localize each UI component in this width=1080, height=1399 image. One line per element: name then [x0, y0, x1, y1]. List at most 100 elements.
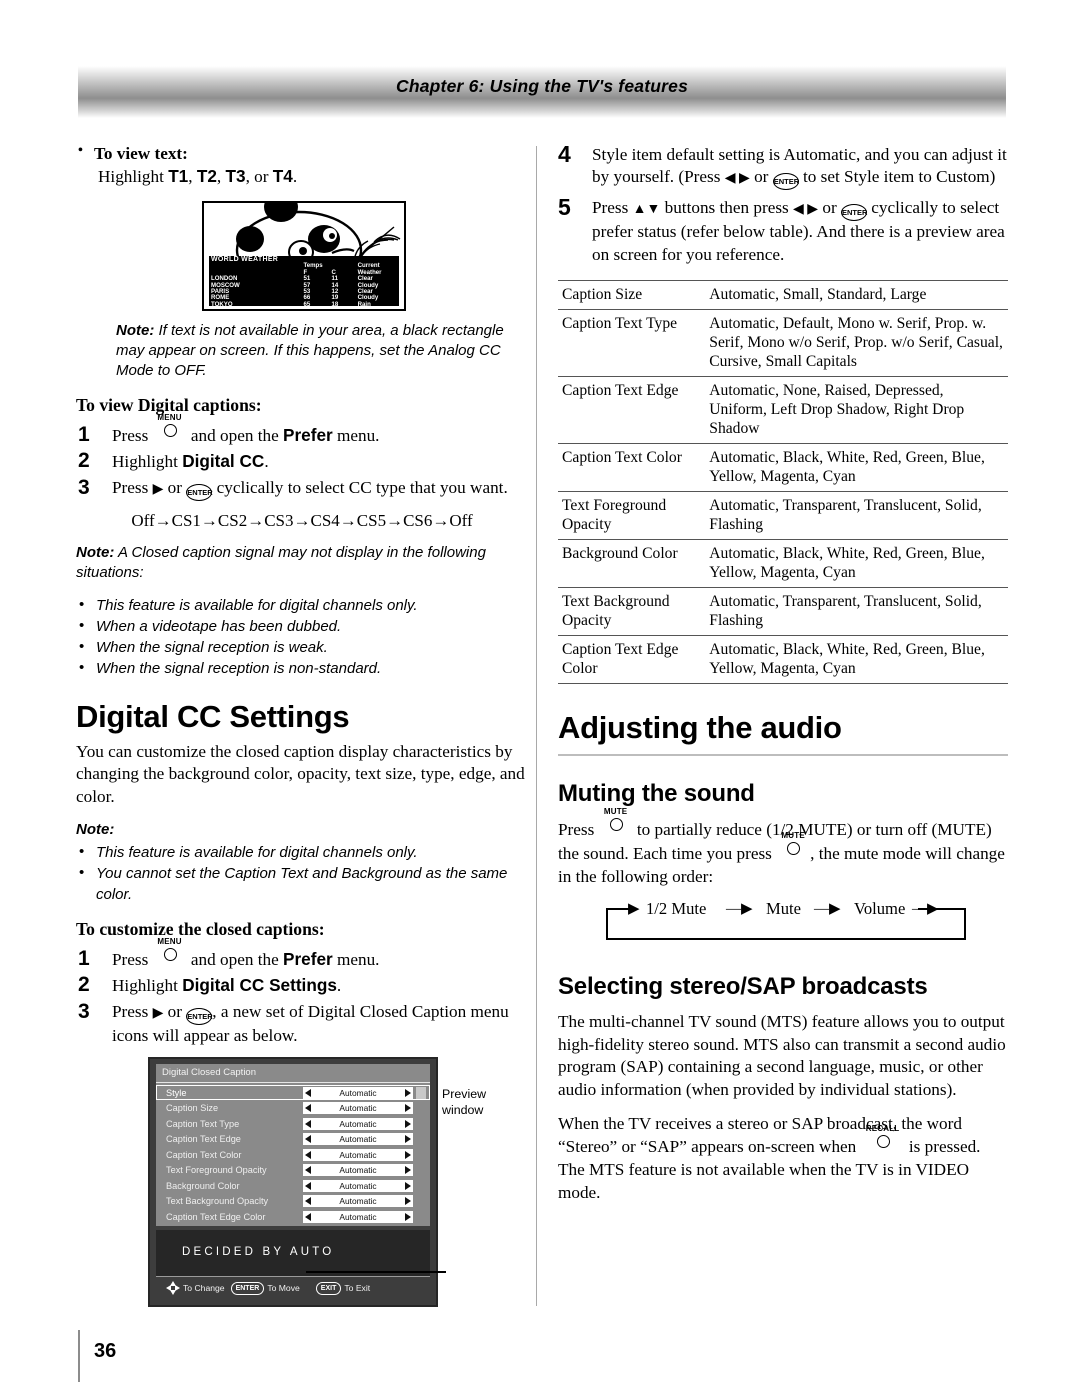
right-arrow-icon[interactable]	[405, 1150, 411, 1159]
osd-value-stepper[interactable]: Automatic	[303, 1133, 413, 1146]
osd-row-caption-text-edge[interactable]: Caption Text Edge Automatic	[156, 1131, 430, 1147]
osd-row-background-color[interactable]: Background Color Automatic	[156, 1178, 430, 1194]
osd-row-label: Caption Text Edge	[166, 1134, 241, 1145]
osd-row-caption-text-edge-color[interactable]: Caption Text Edge Color Automatic	[156, 1209, 430, 1225]
osd-preview-window: DECIDED BY AUTO	[156, 1230, 446, 1278]
right-arrow-icon[interactable]	[405, 1181, 411, 1190]
osd-foot-label: To Move	[267, 1283, 300, 1294]
view-text-post: , or	[245, 167, 273, 186]
osd-row-text-foreground-opacity[interactable]: Text Foreground Opacity Automatic	[156, 1162, 430, 1178]
digital-cc-settings-heading: Digital CC Settings	[76, 698, 350, 734]
page-number: 36	[94, 1340, 117, 1362]
table-row: Caption Text Edge Color Automatic, Black…	[558, 635, 1008, 684]
to-view-text-heading: To view text:	[76, 143, 528, 164]
option-item: Caption Text Edge Color	[562, 641, 679, 678]
right-arrow-icon[interactable]	[405, 1119, 411, 1128]
key-t2: T2	[196, 166, 217, 186]
osd-row-label: Caption Text Type	[166, 1118, 240, 1129]
menu-key-icon: MENU	[153, 937, 187, 965]
right-arrow-icon[interactable]	[405, 1166, 411, 1175]
osd-value: Automatic	[339, 1103, 377, 1114]
osd-scroll-spacer	[416, 1164, 426, 1176]
option-values: Automatic, Black, White, Red, Green, Blu…	[709, 449, 985, 486]
step-number: 1	[78, 946, 90, 970]
note-label: Note:	[76, 820, 115, 838]
right-arrow-icon[interactable]	[405, 1135, 411, 1144]
osd-value-stepper[interactable]: Automatic	[303, 1117, 413, 1130]
note-text: If text is not available in your area, a…	[116, 322, 504, 379]
sap-body-1: The multi-channel TV sound (MTS) feature…	[558, 1011, 1006, 1099]
osd-value: Automatic	[339, 1134, 377, 1145]
osd-value-stepper[interactable]: Automatic	[303, 1210, 413, 1223]
osd-scroll-indicator	[416, 1086, 426, 1099]
osd-row-caption-text-color[interactable]: Caption Text Color Automatic	[156, 1147, 430, 1163]
footer-rule	[78, 1330, 80, 1382]
step-number: 3	[78, 999, 90, 1023]
osd-value-stepper[interactable]: Automatic	[303, 1102, 413, 1115]
osd-preview-text: DECIDED BY AUTO	[182, 1246, 335, 1259]
option-item: Caption Size	[562, 286, 643, 304]
right-arrow-icon[interactable]	[405, 1104, 411, 1113]
muting-body: Press MUTE to partially reduce (1/2 MUTE…	[558, 807, 1008, 888]
osd-row-caption-size[interactable]: Caption Size Automatic	[156, 1100, 430, 1116]
osd-row-label: Caption Size	[166, 1103, 219, 1114]
osd-scroll-spacer	[416, 1211, 426, 1223]
flow-arrow-icon: —▶	[814, 900, 841, 917]
step-text-2: or	[749, 167, 773, 187]
to-view-text-instruction: Highlight T1, T2, T3, or T4.	[98, 166, 298, 186]
right-arrow-icon[interactable]	[405, 1197, 411, 1206]
osd-row-style[interactable]: Style Automatic	[156, 1085, 430, 1101]
osd-rows: Style Automatic Caption Size Automatic C…	[156, 1082, 430, 1227]
step-tail: cyclically to select CC type that you wa…	[212, 477, 508, 497]
osd-value-stepper[interactable]: Automatic	[303, 1179, 413, 1192]
step-view-1: 1 Press MENU and open the Prefer menu.	[76, 413, 528, 448]
view-text-pre: Highlight	[98, 167, 169, 186]
chapter-header-title: Chapter 6: Using the TV's features	[396, 76, 688, 96]
step-bold: Digital CC Settings	[182, 975, 337, 996]
osd-value: Automatic	[339, 1165, 377, 1176]
adjusting-the-audio-heading: Adjusting the audio	[558, 710, 1008, 757]
right-column: 4 Style item default setting is Automati…	[558, 141, 1008, 1216]
step-tail: .	[264, 452, 269, 472]
enter-key-icon: ENTER	[772, 173, 799, 191]
dpad-icon	[166, 1281, 180, 1296]
enter-key-icon: ENTER	[186, 1007, 213, 1025]
preview-callout-leader	[306, 1271, 446, 1273]
osd-scroll-spacer	[416, 1149, 426, 1161]
osd-value: Automatic	[339, 1211, 377, 1222]
flow-arrow-icon: —▶	[912, 900, 939, 917]
osd-row-caption-text-type[interactable]: Caption Text Type Automatic	[156, 1116, 430, 1132]
osd-value-stepper[interactable]: Automatic	[303, 1164, 413, 1177]
note-list-item: This feature is available for digital ch…	[76, 594, 528, 616]
osd-row-text-background-opacity[interactable]: Text Background Opaclty Automatic	[156, 1193, 430, 1209]
column-divider	[536, 146, 537, 1306]
step-customize-2: 2 Highlight Digital CC Settings.	[76, 973, 528, 997]
osd-row-label: Style	[166, 1087, 187, 1098]
table-row: Caption Text Color Automatic, Black, Whi…	[558, 443, 1008, 492]
right-arrow-icon[interactable]	[405, 1088, 411, 1097]
left-right-arrow-icon: ◀ ▶	[724, 171, 750, 187]
osd-value-stepper[interactable]: Automatic	[303, 1148, 413, 1161]
to-customize-heading: To customize the closed captions:	[76, 918, 325, 939]
left-right-arrow-icon: ◀ ▶	[793, 202, 819, 218]
osd-value-stepper[interactable]: Automatic	[303, 1086, 413, 1099]
step-text-2: buttons then press	[660, 198, 794, 218]
note-list-item: You cannot set the Caption Text and Back…	[76, 862, 528, 905]
note-list-item: When the signal reception is non-standar…	[76, 657, 528, 679]
osd-value: Automatic	[339, 1149, 377, 1160]
osd-value-stepper[interactable]: Automatic	[303, 1195, 413, 1208]
muting-the-sound-heading: Muting the sound	[558, 780, 755, 808]
step-text-pre: Press	[112, 477, 153, 497]
note-list-item: When the signal reception is weak.	[76, 636, 528, 658]
step-customize-3: 3 Press ▶ or ENTER, a new set of Digital…	[76, 999, 528, 1047]
right-arrow-icon[interactable]	[405, 1212, 411, 1221]
osd-footer-bar: To Change ENTER To Move EXIT To Exit	[156, 1277, 430, 1300]
cc-cycle-sequence: Off→CS1→CS2→CS3→CS4→CS5→CS6→Off	[131, 510, 473, 530]
step-4: 4 Style item default setting is Automati…	[558, 141, 1008, 191]
step-5: 5 Press ▲▼ buttons then press ◀ ▶ or ENT…	[558, 194, 1008, 266]
step-text-pre: Press	[112, 949, 153, 969]
weather-caption-overlay: WORLD WEATHER Temps Current F C Weather …	[209, 256, 399, 308]
option-values: Automatic, Transparent, Translucent, Sol…	[709, 497, 982, 534]
option-item: Caption Text Color	[562, 449, 682, 467]
osd-row-label: Background Color	[166, 1180, 240, 1191]
